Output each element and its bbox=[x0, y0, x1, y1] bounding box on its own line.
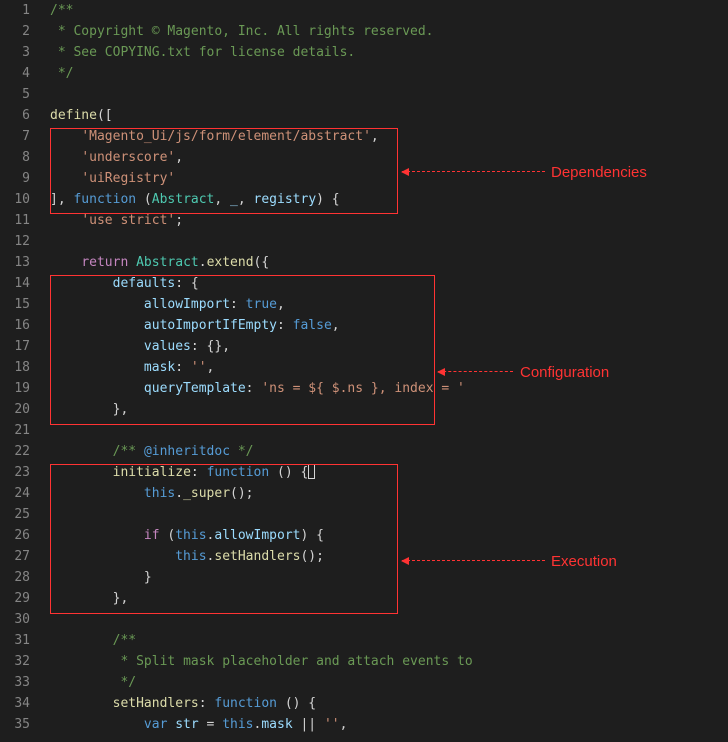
line-number: 32 bbox=[0, 651, 30, 672]
line-number: 5 bbox=[0, 84, 30, 105]
code-line[interactable]: this._super(); bbox=[50, 483, 480, 504]
line-number: 24 bbox=[0, 483, 30, 504]
line-number: 9 bbox=[0, 168, 30, 189]
code-line[interactable]: ], function (Abstract, _, registry) { bbox=[50, 189, 480, 210]
code-line[interactable]: 'underscore', bbox=[50, 147, 480, 168]
line-number: 8 bbox=[0, 147, 30, 168]
annotation-label-execution: Execution bbox=[551, 551, 617, 572]
code-line[interactable]: 'use strict'; bbox=[50, 210, 480, 231]
line-number: 16 bbox=[0, 315, 30, 336]
line-number: 12 bbox=[0, 231, 30, 252]
line-number: 21 bbox=[0, 420, 30, 441]
code-line[interactable]: /** bbox=[50, 0, 480, 21]
line-number: 22 bbox=[0, 441, 30, 462]
line-number: 1 bbox=[0, 0, 30, 21]
code-line[interactable]: define([ bbox=[50, 105, 480, 126]
line-number: 18 bbox=[0, 357, 30, 378]
code-line[interactable]: }, bbox=[50, 588, 480, 609]
code-line[interactable]: /** @inheritdoc */ bbox=[50, 441, 480, 462]
line-number: 30 bbox=[0, 609, 30, 630]
code-line[interactable]: * See COPYING.txt for license details. bbox=[50, 42, 480, 63]
code-line[interactable]: autoImportIfEmpty: false, bbox=[50, 315, 480, 336]
line-number: 23 bbox=[0, 462, 30, 483]
code-line[interactable]: */ bbox=[50, 63, 480, 84]
code-line[interactable]: values: {}, bbox=[50, 336, 480, 357]
line-number: 34 bbox=[0, 693, 30, 714]
line-number: 6 bbox=[0, 105, 30, 126]
code-line[interactable] bbox=[50, 609, 480, 630]
code-line[interactable]: * Copyright © Magento, Inc. All rights r… bbox=[50, 21, 480, 42]
code-line[interactable]: 'uiRegistry' bbox=[50, 168, 480, 189]
code-line[interactable]: }, bbox=[50, 399, 480, 420]
line-number: 27 bbox=[0, 546, 30, 567]
code-line[interactable]: * Split mask placeholder and attach even… bbox=[50, 651, 480, 672]
line-number: 26 bbox=[0, 525, 30, 546]
code-line[interactable]: if (this.allowImport) { bbox=[50, 525, 480, 546]
line-number: 13 bbox=[0, 252, 30, 273]
line-number: 35 bbox=[0, 714, 30, 735]
line-number: 25 bbox=[0, 504, 30, 525]
line-number: 31 bbox=[0, 630, 30, 651]
line-number-gutter: 1234567891011121314151617181920212223242… bbox=[0, 0, 42, 742]
line-number: 2 bbox=[0, 21, 30, 42]
code-line[interactable]: } bbox=[50, 567, 480, 588]
code-line[interactable]: this.setHandlers(); bbox=[50, 546, 480, 567]
annotation-label-dependencies: Dependencies bbox=[551, 162, 647, 183]
line-number: 29 bbox=[0, 588, 30, 609]
code-line[interactable]: defaults: { bbox=[50, 273, 480, 294]
line-number: 11 bbox=[0, 210, 30, 231]
code-line[interactable]: initialize: function () { bbox=[50, 462, 480, 483]
code-line[interactable]: /** bbox=[50, 630, 480, 651]
line-number: 20 bbox=[0, 399, 30, 420]
line-number: 17 bbox=[0, 336, 30, 357]
line-number: 3 bbox=[0, 42, 30, 63]
code-line[interactable]: */ bbox=[50, 672, 480, 693]
code-line[interactable]: setHandlers: function () { bbox=[50, 693, 480, 714]
line-number: 28 bbox=[0, 567, 30, 588]
line-number: 15 bbox=[0, 294, 30, 315]
line-number: 7 bbox=[0, 126, 30, 147]
code-line[interactable]: var str = this.mask || '', bbox=[50, 714, 480, 735]
code-line[interactable]: allowImport: true, bbox=[50, 294, 480, 315]
code-line[interactable] bbox=[50, 231, 480, 252]
code-editor[interactable]: 1234567891011121314151617181920212223242… bbox=[0, 0, 728, 742]
code-area[interactable]: /** * Copyright © Magento, Inc. All righ… bbox=[42, 0, 480, 742]
text-cursor bbox=[308, 464, 315, 479]
line-number: 14 bbox=[0, 273, 30, 294]
code-line[interactable]: 'Magento_Ui/js/form/element/abstract', bbox=[50, 126, 480, 147]
code-line[interactable] bbox=[50, 420, 480, 441]
line-number: 33 bbox=[0, 672, 30, 693]
code-line[interactable]: return Abstract.extend({ bbox=[50, 252, 480, 273]
code-line[interactable]: queryTemplate: 'ns = ${ $.ns }, index = … bbox=[50, 378, 480, 399]
annotation-label-configuration: Configuration bbox=[520, 362, 609, 383]
code-line[interactable] bbox=[50, 504, 480, 525]
line-number: 10 bbox=[0, 189, 30, 210]
line-number: 19 bbox=[0, 378, 30, 399]
code-line[interactable]: mask: '', bbox=[50, 357, 480, 378]
line-number: 4 bbox=[0, 63, 30, 84]
code-line[interactable] bbox=[50, 84, 480, 105]
